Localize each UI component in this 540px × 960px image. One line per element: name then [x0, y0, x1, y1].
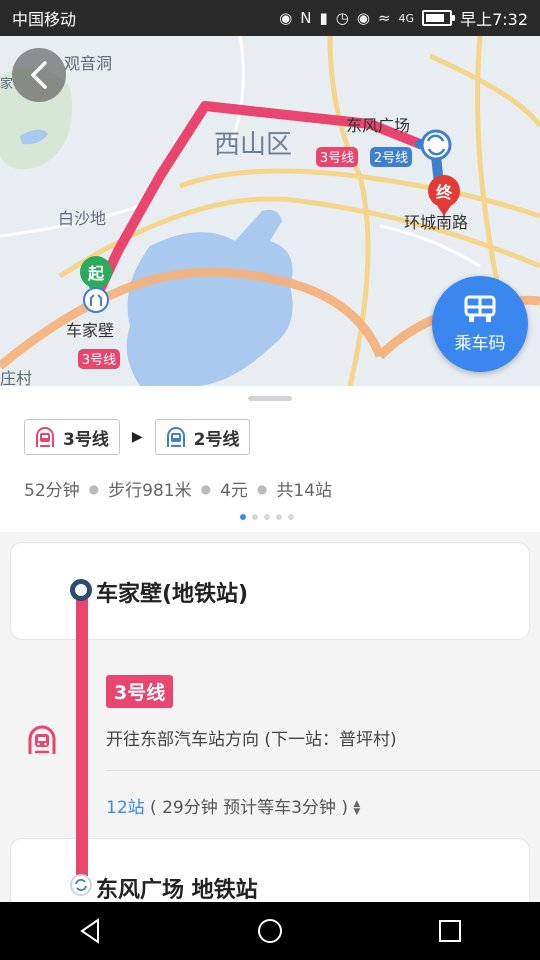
- line-chips: 3号线 ▶ 2号线: [24, 419, 251, 455]
- start-station-name[interactable]: 车家壁(地铁站): [96, 576, 248, 608]
- status-bar: 中国移动 ◉ N ▮ ◷ ◉ ≈ 4G 早上7:32: [0, 0, 540, 36]
- route-meta: 52分钟 ● 步行981米 ● 4元 ● 共14站: [24, 476, 332, 501]
- line-3-track: [76, 586, 88, 876]
- ride-info: ( 29分钟 预计等车3分钟 ): [150, 798, 348, 818]
- line-chip-3: 3号线: [24, 419, 120, 455]
- play-arrow-icon: ▶: [131, 429, 143, 445]
- stops-expand-toggle[interactable]: 12站 ( 29分钟 预计等车3分钟 ) ▲ ▼: [106, 793, 360, 818]
- transfer-station-name[interactable]: 东风广场 地铁站: [96, 872, 258, 902]
- duration: 52分钟: [24, 481, 80, 501]
- line-chip-label: 2号线: [193, 429, 240, 450]
- clock: 早上7:32: [460, 10, 528, 29]
- sort-icon: ▲ ▼: [353, 799, 361, 817]
- page-dot[interactable]: [252, 514, 258, 520]
- page-dot[interactable]: [288, 514, 294, 520]
- route-tag-2-transfer: 2号线: [374, 151, 408, 166]
- wifi-icon: ≈: [377, 9, 391, 27]
- transfer-icon: [75, 879, 87, 891]
- place-label-baishadi: 白沙地: [58, 209, 106, 228]
- page-dot[interactable]: [264, 514, 270, 520]
- system-nav-bar: [0, 902, 540, 960]
- start-node-icon: [70, 579, 92, 601]
- drag-handle[interactable]: [248, 396, 292, 401]
- separator-dot-icon: ●: [88, 481, 100, 496]
- back-triangle-icon: [80, 918, 99, 944]
- place-label-guanyindong: 观音洞: [64, 54, 112, 73]
- fare: 4元: [220, 481, 248, 501]
- carrier-name: 中国移动: [12, 10, 77, 29]
- nav-back-button[interactable]: [60, 911, 120, 951]
- home-circle-icon: [258, 919, 282, 943]
- cell-signal-icon: 4G: [398, 11, 415, 25]
- back-button[interactable]: [12, 48, 66, 102]
- map-end-station: 环城南路: [404, 213, 468, 232]
- route-map[interactable]: 起 终 西山区 观音洞 白沙地 庄村 家 车家壁 东风广场 环城南路 3号线 3…: [0, 36, 540, 386]
- route-detail[interactable]: 车家壁(地铁站) 3号线 开往东部汽车站方向 (下一站：普坪村) 12站 ( 2…: [0, 532, 540, 902]
- metro-icon: [28, 725, 56, 754]
- transfer-node: [70, 874, 92, 896]
- start-station-icon: [83, 287, 109, 313]
- place-label-jia: 家: [0, 76, 13, 92]
- place-label-zhuangcun: 庄村: [0, 369, 32, 386]
- line-chip-2: 2号线: [154, 419, 251, 455]
- separator-dot-icon: ●: [256, 481, 268, 496]
- walk-distance: 步行981米: [108, 481, 192, 501]
- divider: [106, 770, 540, 771]
- route-tag-3-transfer: 3号线: [320, 151, 354, 166]
- recents-square-icon: [439, 920, 461, 942]
- page-dot[interactable]: [276, 514, 282, 520]
- map-transfer-station: 东风广场: [346, 116, 410, 135]
- alarm-icon: ◷: [335, 9, 349, 27]
- metro-icon: [36, 427, 54, 447]
- bus-code-icon: [464, 295, 496, 322]
- page-dot[interactable]: [240, 514, 246, 520]
- end-marker-label: 终: [436, 183, 453, 202]
- map-start-station: 车家壁: [66, 321, 114, 340]
- ride-code-label: 乘车码: [454, 333, 506, 354]
- district-label: 西山区: [214, 130, 292, 160]
- line-badge: 3号线: [106, 675, 174, 708]
- nav-recents-button[interactable]: [420, 911, 480, 951]
- chevron-left-icon: [31, 61, 47, 89]
- stop-count: 12站: [106, 798, 145, 818]
- start-marker-label: 起: [87, 264, 105, 283]
- status-icons: ◉ N ▮ ◷ ◉ ≈ 4G 早上7:32: [279, 6, 528, 30]
- lake-area: [126, 209, 293, 386]
- separator-dot-icon: ●: [200, 481, 212, 496]
- page-indicator[interactable]: [240, 514, 294, 520]
- nfc-icon: N: [300, 9, 312, 27]
- line-chip-label: 3号线: [63, 429, 109, 450]
- vibrate-icon: ▮: [319, 9, 328, 27]
- route-tag-3-start: 3号线: [82, 353, 116, 368]
- nav-home-button[interactable]: [240, 911, 300, 951]
- eye-icon: ◉: [356, 9, 370, 27]
- route-summary[interactable]: 3号线 ▶ 2号线 52分钟 ● 步行981米 ● 4元 ● 共14站: [0, 386, 540, 532]
- transfer-marker[interactable]: [420, 129, 452, 161]
- ride-code-button[interactable]: 乘车码: [432, 276, 528, 372]
- battery-icon: [422, 10, 456, 26]
- direction-text: 开往东部汽车站方向 (下一站：普坪村): [106, 730, 397, 750]
- metro-icon: [166, 427, 185, 447]
- stops-total: 共14站: [276, 481, 333, 501]
- location-icon: ◉: [279, 9, 293, 27]
